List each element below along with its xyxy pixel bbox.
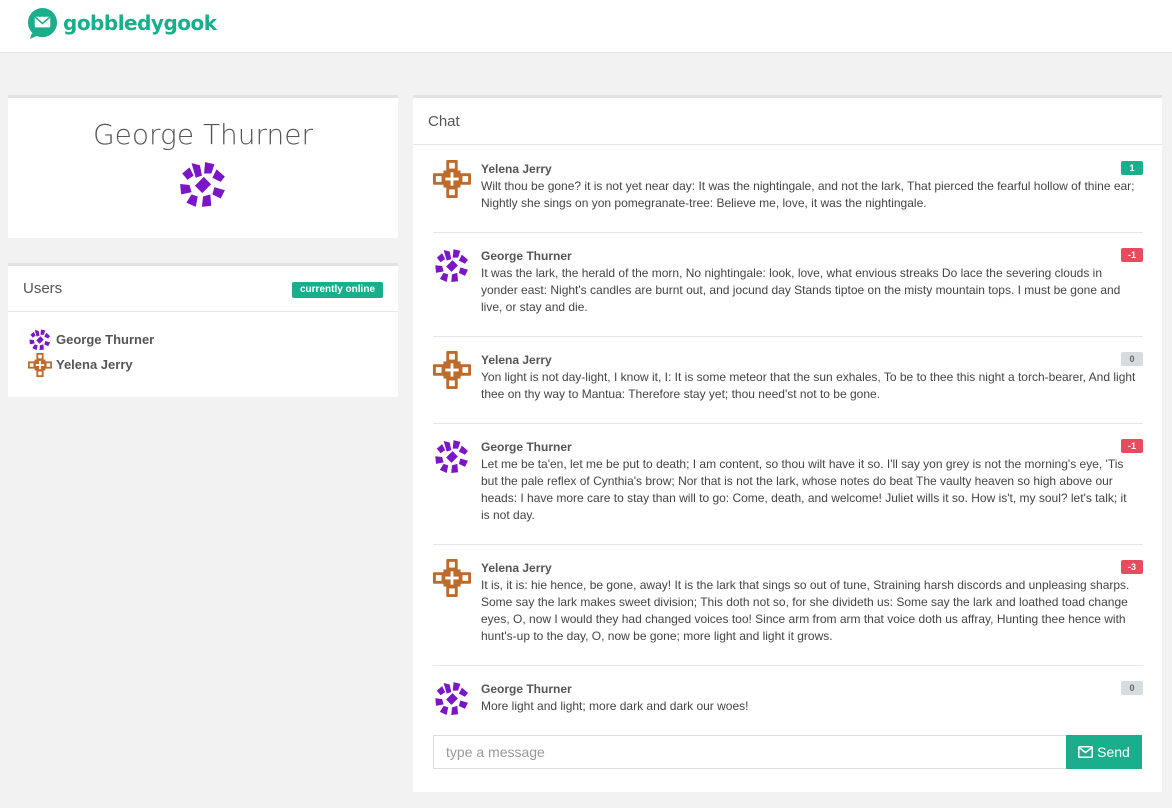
message-author: George Thurner — [481, 249, 572, 263]
chat-message: -1 George Thurner It was the lark, the h… — [433, 233, 1143, 337]
vote-score-badge: -1 — [1121, 248, 1143, 262]
chat-panel-header: Chat — [413, 98, 1162, 145]
message-text: Let me be ta'en, let me be put to death;… — [481, 457, 1127, 522]
purple-pinwheel-avatar — [433, 438, 471, 476]
vote-score-badge: -1 — [1121, 439, 1143, 453]
message-list: 1 Yelena Jerry Wilt thou be gone? it is … — [433, 146, 1143, 736]
purple-pinwheel-avatar — [433, 247, 471, 285]
message-author: Yelena Jerry — [481, 561, 552, 575]
message-author: George Thurner — [481, 682, 572, 696]
users-panel-header: Users currently online — [8, 266, 398, 312]
message-author: George Thurner — [481, 440, 572, 454]
vote-score-badge: 1 — [1121, 161, 1143, 175]
chat-message: -1 George Thurner Let me be ta'en, let m… — [433, 424, 1143, 545]
vote-score-badge: -3 — [1121, 560, 1143, 574]
envelope-bubble-icon — [27, 7, 58, 39]
top-navbar: gobbledygook — [0, 0, 1172, 53]
orange-cross-avatar — [433, 351, 471, 389]
user-list: George Thurner Yelena Jerry — [8, 312, 398, 377]
message-composer: Send — [433, 735, 1142, 769]
online-status-badge: currently online — [291, 282, 383, 298]
send-label: Send — [1097, 744, 1130, 760]
envelope-icon — [1078, 746, 1094, 758]
send-button[interactable]: Send — [1066, 735, 1142, 769]
purple-pinwheel-avatar — [28, 328, 52, 352]
profile-name: George Thurner — [92, 118, 314, 151]
vote-score-badge: 0 — [1121, 681, 1143, 695]
user-name: Yelena Jerry — [56, 357, 133, 372]
profile-panel: George Thurner — [8, 95, 398, 238]
message-text: It was the lark, the herald of the morn,… — [481, 266, 1121, 314]
message-text: It is, it is: hie hence, be gone, away! … — [481, 578, 1130, 643]
chat-message: -3 Yelena Jerry It is, it is: hie hence,… — [433, 545, 1143, 666]
users-panel: Users currently online George Thurner Ye… — [8, 263, 398, 397]
message-text: More light and light; more dark and dark… — [481, 699, 749, 713]
message-text: Yon light is not day-light, I know it, I… — [481, 370, 1136, 401]
message-input[interactable] — [433, 735, 1066, 769]
purple-pinwheel-avatar — [177, 159, 229, 211]
message-text: Wilt thou be gone? it is not yet near da… — [481, 179, 1135, 210]
chat-message: 0 George Thurner More light and light; m… — [433, 666, 1143, 736]
chat-title: Chat — [428, 113, 460, 130]
vote-score-badge: 0 — [1121, 352, 1143, 366]
chat-message: 1 Yelena Jerry Wilt thou be gone? it is … — [433, 146, 1143, 233]
chat-message: 0 Yelena Jerry Yon light is not day-ligh… — [433, 337, 1143, 424]
brand-name: gobbledygook — [63, 11, 217, 35]
orange-cross-avatar — [433, 160, 471, 198]
user-list-item[interactable]: George Thurner — [28, 327, 378, 352]
users-title: Users — [23, 280, 63, 297]
message-author: Yelena Jerry — [481, 353, 552, 367]
user-list-item[interactable]: Yelena Jerry — [28, 352, 378, 377]
message-author: Yelena Jerry — [481, 162, 552, 176]
brand[interactable]: gobbledygook — [26, 6, 217, 40]
purple-pinwheel-avatar — [433, 680, 471, 718]
orange-cross-avatar — [28, 353, 52, 377]
chat-panel: Chat 1 Yelena Jerry Wilt thou be gone? i… — [413, 95, 1162, 792]
orange-cross-avatar — [433, 559, 471, 597]
user-name: George Thurner — [56, 332, 155, 347]
